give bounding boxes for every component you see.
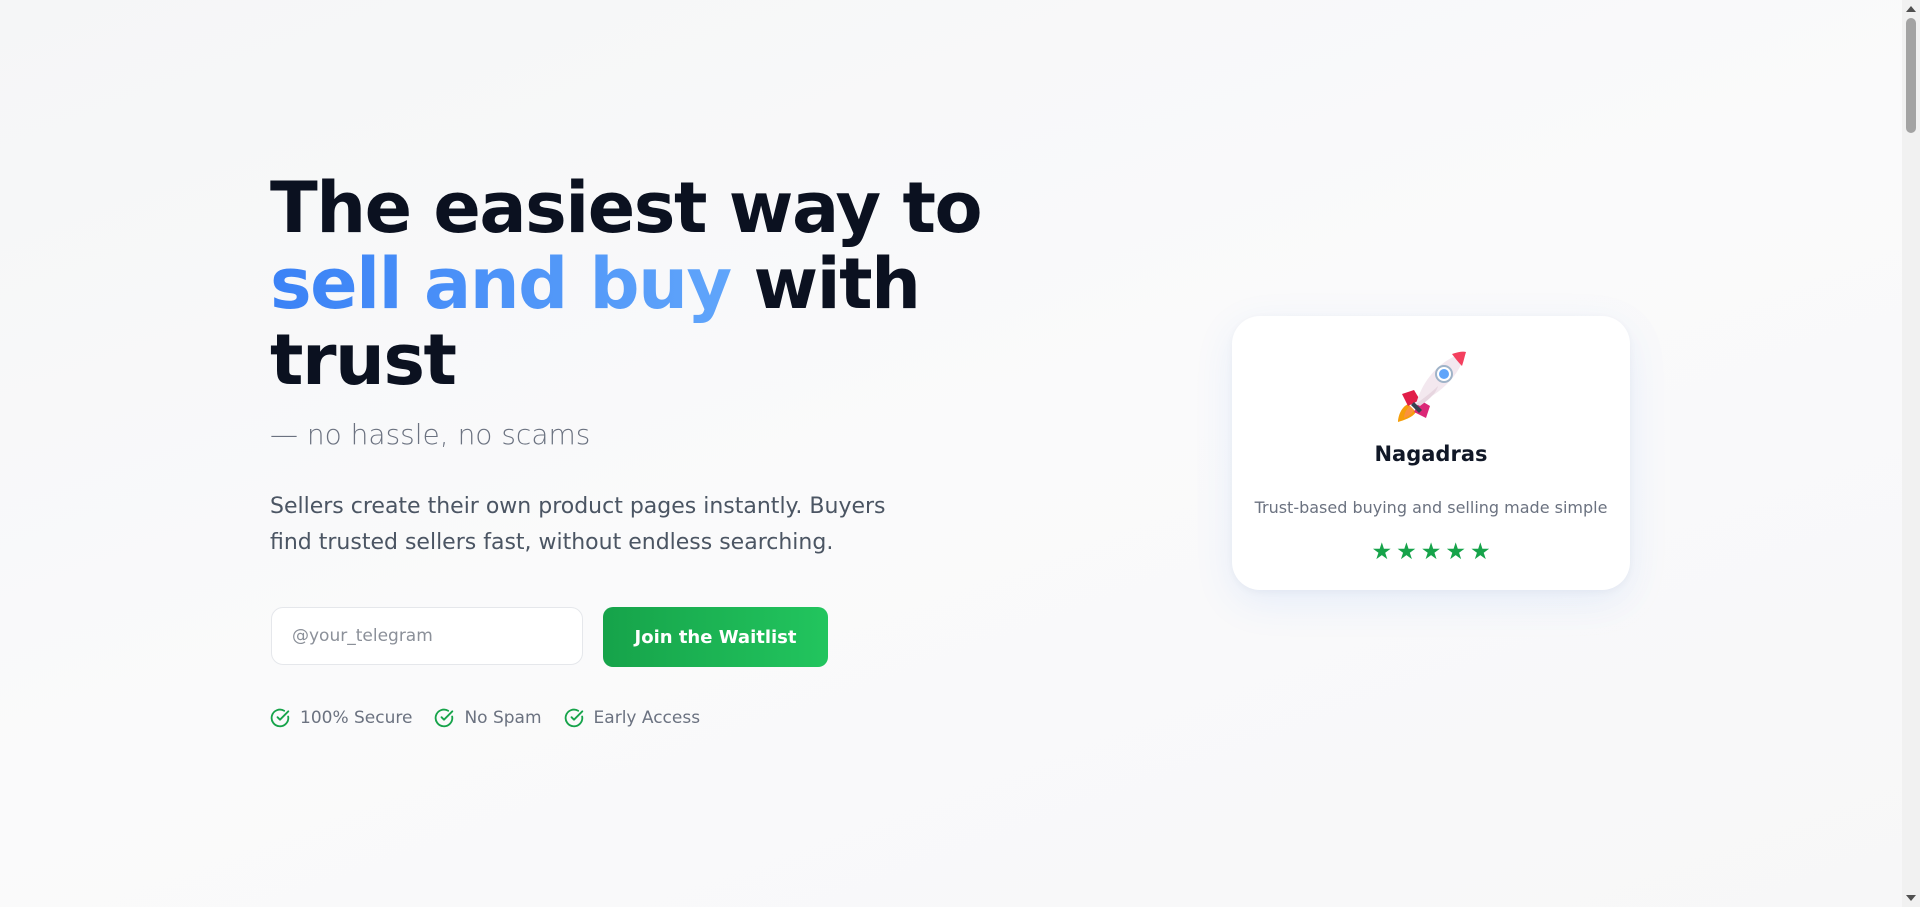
hero-description: Sellers create their own product pages i… (270, 494, 886, 555)
check-circle-icon (434, 708, 454, 728)
badge-label: 100% Secure (300, 708, 413, 728)
badge-label: Early Access (593, 708, 701, 728)
rocket-icon (1392, 346, 1472, 431)
waitlist-form: Join the Waitlist (271, 607, 828, 667)
star-icon: ★ (1396, 538, 1417, 564)
badge-secure: 100% Secure (270, 708, 412, 728)
telegram-input[interactable] (271, 607, 583, 665)
trust-badges: 100% Secure No Spam Early Access (270, 708, 700, 728)
badge-early-access: Early Access (564, 708, 701, 728)
hero-section: The easiest way to sell and buy with trus… (270, 170, 990, 561)
join-waitlist-button[interactable]: Join the Waitlist (603, 607, 828, 667)
check-circle-icon (564, 708, 584, 728)
card-subtitle: Trust-based buying and selling made simp… (1254, 498, 1608, 517)
scroll-thumb[interactable] (1906, 18, 1916, 133)
badge-no-spam: No Spam (434, 708, 542, 728)
star-icon: ★ (1371, 538, 1393, 564)
check-circle-icon (270, 708, 290, 728)
star-icon: ★ (1420, 538, 1442, 564)
landing-page: The easiest way to sell and buy with trus… (0, 0, 1902, 907)
hero-headline: The easiest way to sell and buy with trus… (270, 170, 990, 398)
scroll-down-icon[interactable] (1906, 895, 1916, 901)
vertical-scrollbar[interactable] (1902, 0, 1920, 907)
star-icon: ★ (1445, 538, 1466, 564)
hero-tagline: — no hassle, no scams (270, 418, 591, 451)
badge-label: No Spam (464, 708, 542, 728)
card-title: Nagadras (1374, 442, 1488, 466)
star-icon: ★ (1469, 538, 1491, 564)
star-rating: ★ ★ ★ ★ ★ (1232, 539, 1630, 563)
headline-accent: sell and buy (270, 243, 732, 325)
headline-part-1: The easiest way to (270, 167, 983, 249)
scroll-up-icon[interactable] (1906, 6, 1916, 12)
product-card: Nagadras Trust-based buying and selling … (1232, 316, 1630, 590)
